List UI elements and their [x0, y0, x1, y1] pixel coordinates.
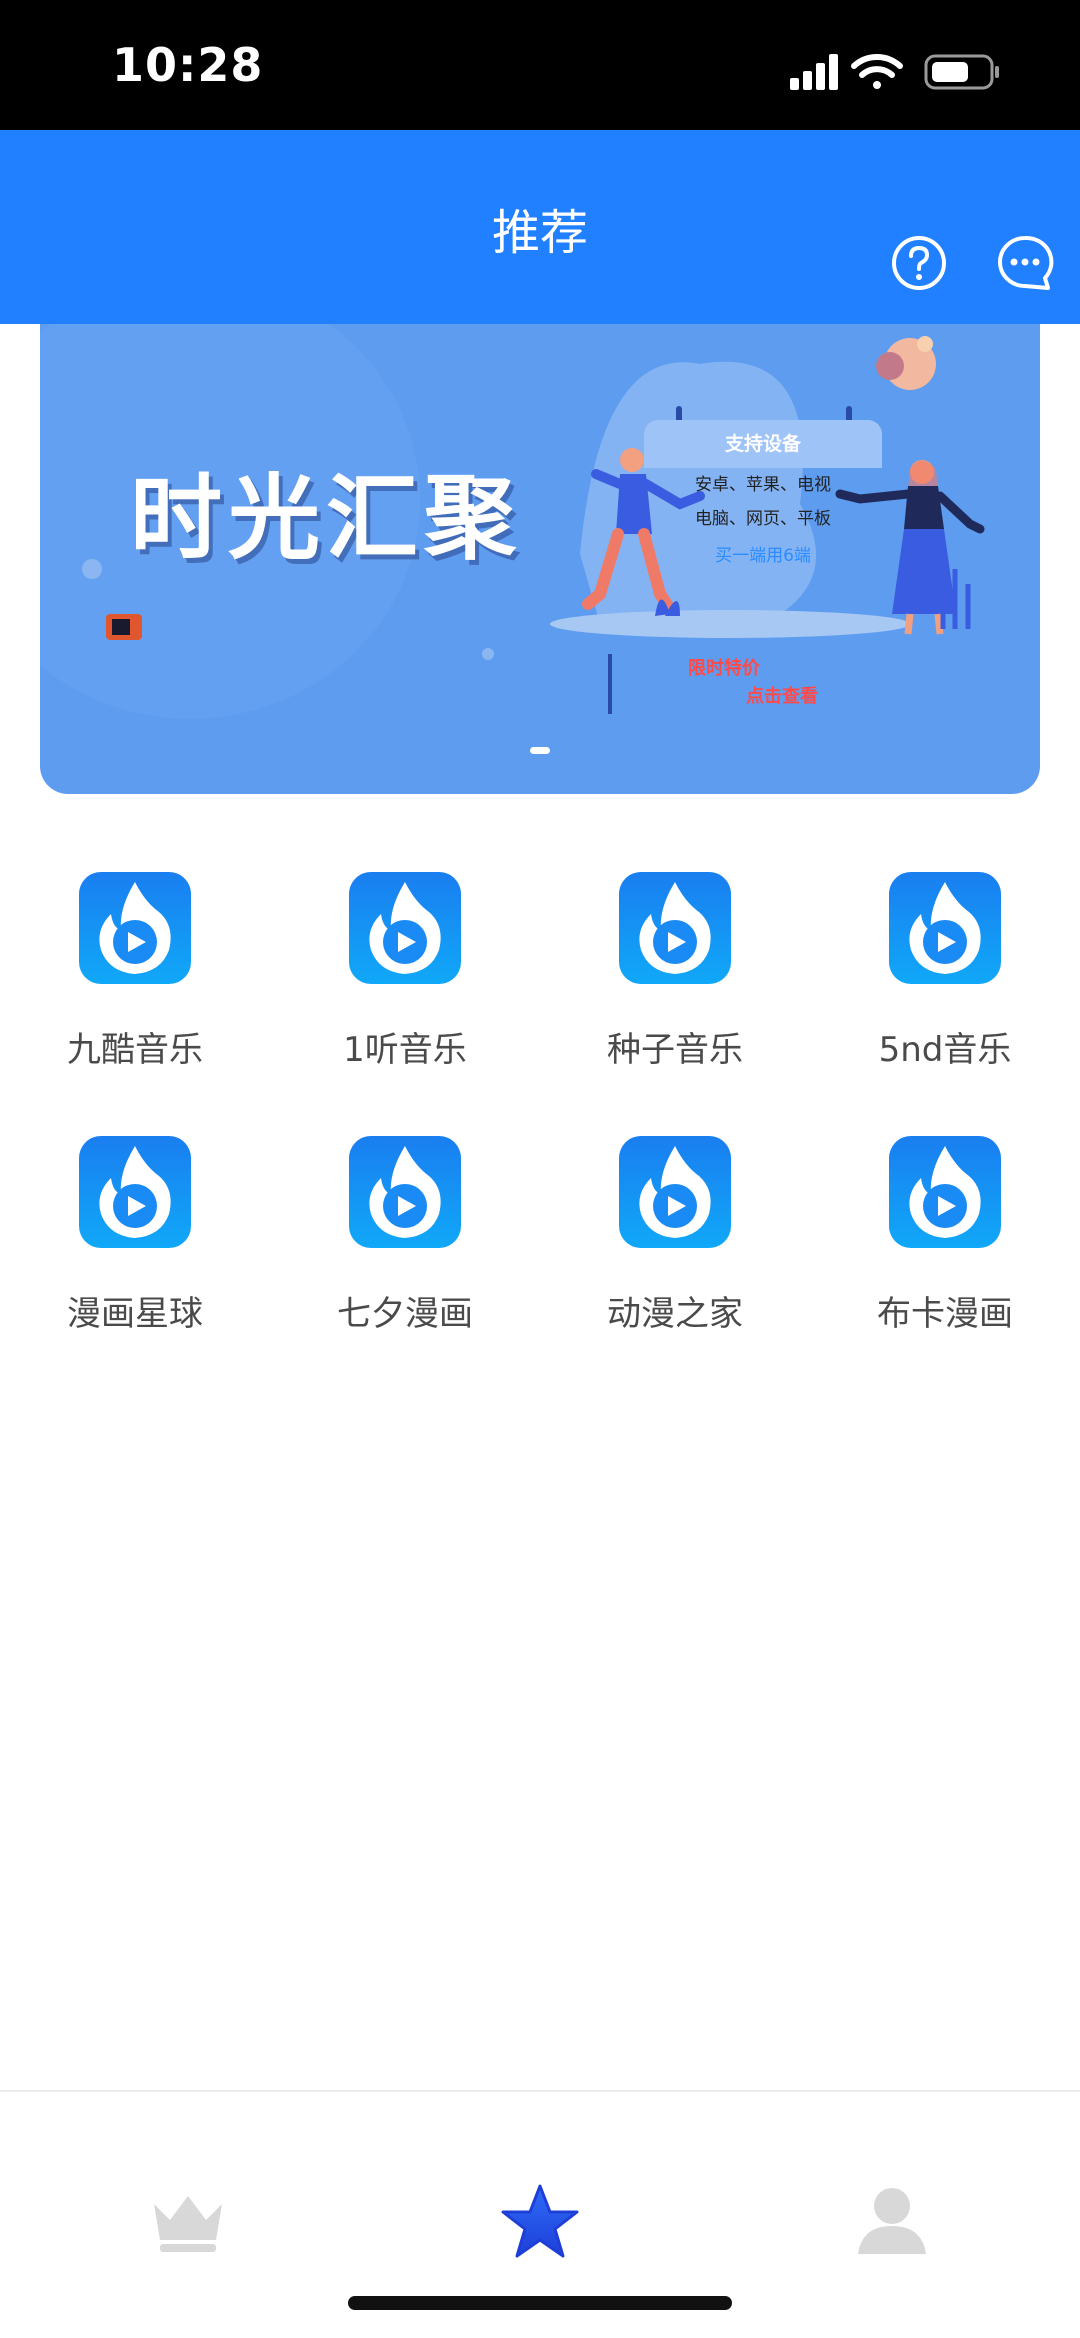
app-item[interactable]: 九酷音乐 [0, 872, 270, 1092]
person-icon[interactable] [852, 2182, 932, 2262]
promo-text: 限时特价 [688, 658, 760, 679]
app-item[interactable]: 七夕漫画 [270, 1136, 540, 1356]
app-item[interactable]: 动漫之家 [540, 1136, 810, 1356]
status-time: 10:28 [112, 38, 264, 92]
crown-icon[interactable] [148, 2182, 228, 2262]
device-card: 安卓、苹果、电视 电脑、网页、平板 买一端用6端 [647, 468, 879, 576]
app-label: 漫画星球 [67, 1294, 203, 1334]
app-label: 动漫之家 [607, 1294, 743, 1334]
app-item[interactable]: 种子音乐 [540, 872, 810, 1092]
page-indicator [530, 747, 550, 754]
flame-play-icon [349, 1136, 461, 1248]
flame-play-icon [619, 872, 731, 984]
message-icon[interactable] [996, 234, 1054, 292]
wifi-icon [851, 54, 903, 89]
status-icons [790, 54, 999, 90]
star-icon[interactable] [500, 2182, 580, 2262]
app-item[interactable]: 布卡漫画 [810, 1136, 1080, 1356]
app-item[interactable]: 5nd音乐 [810, 872, 1080, 1092]
app-label: 布卡漫画 [877, 1294, 1013, 1334]
status-bar: 10:28 [0, 0, 1080, 130]
app-label: 5nd音乐 [878, 1030, 1012, 1070]
app-label: 九酷音乐 [67, 1030, 203, 1070]
cellular-signal-icon [790, 54, 838, 90]
app-label: 种子音乐 [607, 1030, 743, 1070]
navigation-bar: 推荐 [0, 130, 1080, 324]
home-indicator [348, 2296, 732, 2310]
flame-play-icon [889, 1136, 1001, 1248]
card-cta: 买一端用6端 [715, 546, 811, 566]
battery-icon [924, 54, 999, 90]
card-line: 安卓、苹果、电视 [695, 475, 831, 495]
app-label: 1听音乐 [343, 1030, 467, 1070]
card-title: 支持设备 [644, 420, 882, 468]
card-line: 电脑、网页、平板 [695, 509, 831, 529]
promo-link[interactable]: 点击查看 [746, 682, 818, 708]
promo-banner[interactable]: 时光汇聚 支持设备 安卓、苹果、电视 电脑、网页、平板 买一端用6端 限时特价 … [40, 324, 1040, 794]
flame-play-icon [619, 1136, 731, 1248]
banner-title: 时光汇聚 [130, 465, 523, 572]
flame-play-icon [79, 872, 191, 984]
help-icon[interactable] [890, 234, 948, 292]
app-item[interactable]: 漫画星球 [0, 1136, 270, 1356]
flame-play-icon [889, 872, 1001, 984]
app-label: 七夕漫画 [337, 1294, 473, 1334]
flame-play-icon [349, 872, 461, 984]
app-item[interactable]: 1听音乐 [270, 872, 540, 1092]
flame-play-icon [79, 1136, 191, 1248]
